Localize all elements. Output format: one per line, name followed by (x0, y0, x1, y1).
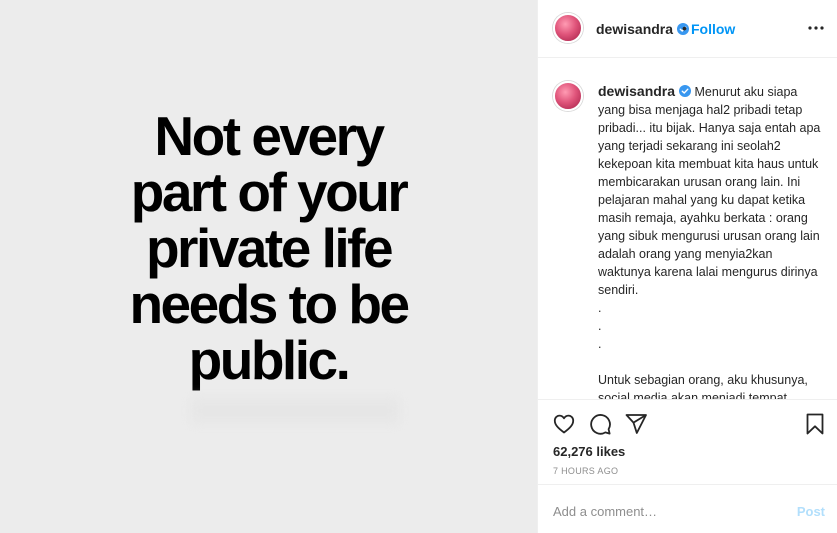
caption-username[interactable]: dewisandra (598, 83, 692, 99)
caption-paragraph: . (598, 337, 602, 351)
comment-input[interactable] (553, 501, 783, 521)
post-comment-button[interactable]: Post (797, 504, 825, 519)
post-header: dewisandra • Follow (538, 0, 837, 58)
more-options-icon[interactable] (806, 20, 826, 36)
post-sidebar: dewisandra • Follow dewisandra Menurut a… (537, 0, 837, 533)
avatar[interactable] (553, 13, 583, 43)
share-icon[interactable] (624, 412, 648, 436)
username-text[interactable]: dewisandra (596, 21, 673, 37)
quote-line: needs to be (129, 273, 410, 335)
post-image[interactable]: Not every part of your private life need… (0, 0, 537, 533)
avatar[interactable] (553, 81, 583, 111)
caption-text: dewisandra Menurut aku siapa yang bisa m… (598, 82, 824, 400)
quote-line: part of your (130, 161, 409, 223)
header-username[interactable]: dewisandra (596, 21, 690, 37)
separator-dot: • (682, 20, 687, 36)
follow-button[interactable]: Follow (691, 21, 735, 37)
caption-paragraph: . (598, 319, 602, 333)
comment-icon[interactable] (588, 412, 612, 436)
comment-bar: Post (538, 486, 837, 533)
quote-line: public. (188, 329, 351, 391)
post-timestamp[interactable]: 7 HOURS AGO (553, 466, 618, 476)
quote-text: Not every part of your private life need… (0, 108, 537, 388)
caption-paragraph: . (598, 301, 602, 315)
image-smudge (190, 398, 400, 424)
action-bar: 62,276 likes 7 HOURS AGO (538, 400, 837, 485)
caption-paragraph: Untuk sebagian orang, aku khusunya, soci… (598, 373, 808, 400)
heart-icon[interactable] (552, 412, 576, 436)
quote-line: private life (145, 217, 394, 279)
quote-line: Not every (154, 105, 385, 167)
verified-badge-icon (679, 85, 692, 97)
username-text[interactable]: dewisandra (598, 83, 675, 99)
caption-paragraph: Menurut aku siapa yang bisa menjaga hal2… (598, 85, 821, 297)
bookmark-icon[interactable] (803, 412, 827, 436)
likes-count[interactable]: 62,276 likes (553, 444, 625, 459)
caption-area[interactable]: dewisandra Menurut aku siapa yang bisa m… (538, 60, 837, 400)
